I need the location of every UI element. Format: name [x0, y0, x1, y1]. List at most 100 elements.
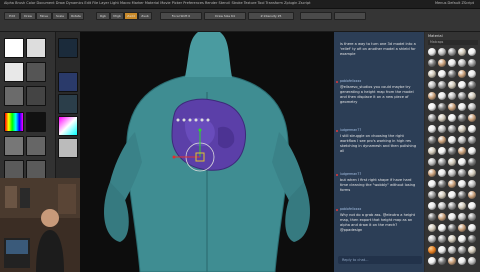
material-swatch[interactable]	[448, 202, 456, 210]
draw-size-slider[interactable]: Draw Size 64	[204, 12, 246, 20]
material-swatch[interactable]	[468, 191, 476, 199]
chat-username[interactable]: ludgerman77	[340, 128, 361, 132]
material-swatch[interactable]	[468, 92, 476, 100]
material-swatch[interactable]	[458, 81, 466, 89]
material-swatch[interactable]	[448, 169, 456, 177]
menu-right[interactable]: Menus Default ZScript	[435, 1, 474, 5]
material-swatch[interactable]	[458, 147, 466, 155]
material-swatch[interactable]	[428, 125, 436, 133]
material-swatch[interactable]	[438, 92, 446, 100]
material-thumbnail[interactable]	[4, 86, 24, 106]
alpha-thumbnail[interactable]	[4, 62, 24, 82]
material-swatch[interactable]	[458, 125, 466, 133]
toolbar-option[interactable]	[300, 12, 332, 20]
material-swatch[interactable]	[438, 81, 446, 89]
material-swatch[interactable]	[458, 59, 466, 67]
material-swatch[interactable]	[458, 235, 466, 243]
material-swatch[interactable]	[428, 169, 436, 177]
material-swatch[interactable]	[428, 224, 436, 232]
draw-button[interactable]: Draw	[20, 12, 36, 20]
material-swatch[interactable]	[458, 158, 466, 166]
material-swatch[interactable]	[428, 114, 436, 122]
material-swatch[interactable]	[468, 158, 476, 166]
material-swatch[interactable]	[448, 180, 456, 188]
material-swatch[interactable]	[458, 169, 466, 177]
tool-slot[interactable]	[26, 160, 46, 180]
material-swatch[interactable]	[428, 191, 436, 199]
toolbar-option[interactable]	[334, 12, 366, 20]
material-swatch[interactable]	[458, 202, 466, 210]
material-swatch[interactable]	[468, 180, 476, 188]
material-swatch[interactable]	[448, 158, 456, 166]
material-swatch[interactable]	[438, 114, 446, 122]
material-swatch[interactable]	[448, 92, 456, 100]
brush-thumbnail[interactable]	[4, 38, 24, 58]
material-swatch[interactable]	[468, 147, 476, 155]
material-swatch[interactable]	[428, 59, 436, 67]
material-swatch[interactable]	[458, 257, 466, 265]
material-swatch[interactable]	[438, 103, 446, 111]
material-swatch[interactable]	[458, 136, 466, 144]
material-swatch[interactable]	[438, 224, 446, 232]
brush-shelf-icon[interactable]	[58, 38, 78, 58]
tool-slot[interactable]	[4, 136, 24, 156]
move-button[interactable]: Move	[36, 12, 52, 20]
material-swatch[interactable]	[428, 180, 436, 188]
material-swatch[interactable]	[428, 136, 436, 144]
scale-button[interactable]: Scale	[52, 12, 68, 20]
chat-input[interactable]: Reply to chat...	[338, 256, 422, 264]
material-swatch[interactable]	[428, 92, 436, 100]
color-picker[interactable]	[4, 112, 24, 132]
material-swatch[interactable]	[458, 70, 466, 78]
material-search[interactable]: Matcaps	[428, 40, 478, 45]
rgb-button[interactable]: Rgb	[96, 12, 110, 20]
material-swatch[interactable]	[458, 246, 466, 254]
tool-slot[interactable]	[26, 136, 46, 156]
rotate-button[interactable]: Rotate	[68, 12, 84, 20]
main-menu[interactable]: Alpha Brush Color Document Draw Dynamics…	[4, 1, 311, 5]
material-swatch[interactable]	[448, 114, 456, 122]
color-shelf-icon[interactable]	[58, 116, 78, 136]
material-swatch[interactable]	[438, 246, 446, 254]
material-swatch[interactable]	[448, 213, 456, 221]
material-swatch[interactable]	[468, 246, 476, 254]
material-swatch[interactable]	[458, 213, 466, 221]
edit-button[interactable]: Edit	[4, 12, 20, 20]
alpha-shelf-icon[interactable]	[58, 94, 78, 114]
material-swatch[interactable]	[468, 48, 476, 56]
material-swatch[interactable]	[468, 235, 476, 243]
material-swatch[interactable]	[468, 213, 476, 221]
z-intensity-slider[interactable]: Z Intensity 25	[248, 12, 294, 20]
material-swatch[interactable]	[438, 125, 446, 133]
material-swatch[interactable]	[468, 202, 476, 210]
material-swatch[interactable]	[448, 191, 456, 199]
material-swatch[interactable]	[458, 114, 466, 122]
material-swatch[interactable]	[458, 48, 466, 56]
material-swatch[interactable]	[448, 81, 456, 89]
material-swatch[interactable]	[458, 224, 466, 232]
material-swatch[interactable]	[468, 125, 476, 133]
mrgb-button[interactable]: Mrgb	[110, 12, 124, 20]
material-swatch[interactable]	[438, 213, 446, 221]
material-swatch[interactable]	[448, 147, 456, 155]
material-swatch[interactable]	[448, 103, 456, 111]
material-swatch[interactable]	[438, 48, 446, 56]
texture-thumbnail[interactable]	[26, 62, 46, 82]
material-swatch[interactable]	[448, 70, 456, 78]
chat-username[interactable]: ludgerman77	[340, 172, 361, 176]
preview-thumbnail[interactable]	[26, 86, 46, 106]
material-swatch[interactable]	[428, 158, 436, 166]
secondary-color[interactable]	[26, 112, 46, 132]
material-swatch[interactable]	[468, 70, 476, 78]
material-swatch[interactable]	[438, 202, 446, 210]
material-swatch[interactable]	[448, 235, 456, 243]
material-swatch[interactable]	[468, 224, 476, 232]
material-swatch[interactable]	[428, 202, 436, 210]
material-swatch[interactable]	[448, 224, 456, 232]
material-swatch[interactable]	[428, 246, 436, 254]
material-swatch[interactable]	[438, 70, 446, 78]
material-swatch[interactable]	[448, 48, 456, 56]
chat-username[interactable]: pablofelixxxx	[340, 207, 361, 211]
material-swatch[interactable]	[438, 59, 446, 67]
material-swatch[interactable]	[448, 246, 456, 254]
